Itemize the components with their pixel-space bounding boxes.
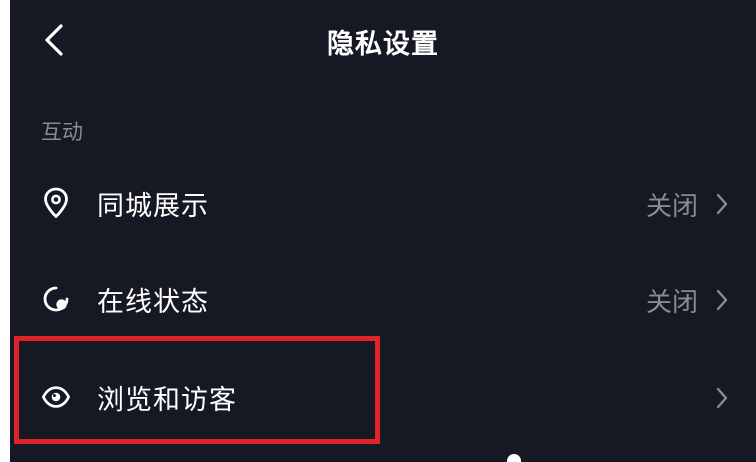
eye-icon: [41, 380, 71, 414]
row-label: 浏览和访客: [97, 385, 237, 416]
chevron-right-icon: [716, 193, 728, 215]
row-value: 关闭: [645, 192, 698, 222]
chevron-right-icon: [716, 289, 728, 311]
row-label: 在线状态: [97, 287, 209, 318]
header: 隐私设置: [10, 0, 756, 82]
page-title: 隐私设置: [327, 29, 439, 60]
privacy-settings-screen: 隐私设置 互动 同城展示 关闭 在线状态 关闭 浏览和访客: [10, 0, 756, 462]
chevron-right-icon: [716, 387, 728, 409]
partial-indicator: [507, 454, 521, 462]
row-value: 关闭: [645, 288, 698, 318]
section-label-interaction: 互动: [41, 120, 83, 144]
online-status-icon: [41, 282, 71, 316]
row-label: 同城展示: [97, 191, 209, 222]
row-views-and-visitors[interactable]: 浏览和访客: [10, 356, 756, 440]
row-online-status[interactable]: 在线状态 关闭: [10, 258, 756, 342]
location-pin-icon: [41, 186, 71, 220]
row-nearby-display[interactable]: 同城展示 关闭: [10, 162, 756, 246]
